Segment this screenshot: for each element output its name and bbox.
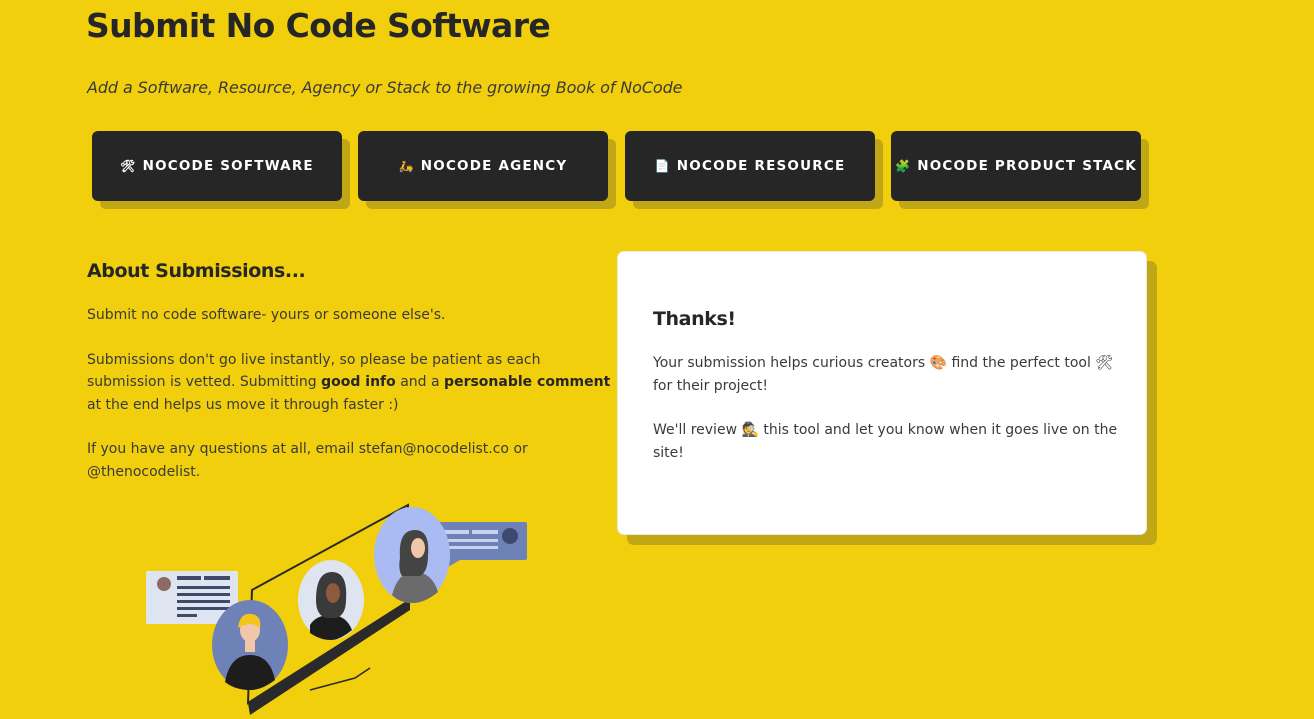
- about-submissions-text: Submit no code software- yours or someon…: [87, 304, 612, 505]
- nocode-product-stack-button[interactable]: 🧩 NOCODE PRODUCT STACK: [891, 131, 1141, 201]
- nav-resource-wrapper: 📄 NOCODE RESOURCE: [625, 131, 883, 209]
- nocode-agency-label: NOCODE AGENCY: [420, 158, 568, 174]
- thanks-paragraph-2: We'll review 🕵 this tool and let you kno…: [653, 419, 1123, 464]
- detective-icon: 🕵: [741, 422, 759, 438]
- thanks-p1-text: find the perfect tool: [947, 355, 1096, 371]
- avatar-person-blonde: [212, 600, 288, 690]
- thanks-heading: Thanks!: [653, 308, 736, 330]
- thanks-card: Thanks! Your submission helps curious cr…: [617, 251, 1147, 535]
- nav-agency-wrapper: 🛵 NOCODE AGENCY: [358, 131, 616, 209]
- about-p2-text: at the end helps us move it through fast…: [87, 396, 399, 413]
- page-subtitle: Add a Software, Resource, Agency or Stac…: [87, 78, 683, 97]
- palette-icon: 🎨: [929, 355, 948, 371]
- nocode-software-label: NOCODE SOFTWARE: [142, 158, 314, 174]
- puzzle-piece-icon: 🧩: [895, 159, 912, 173]
- community-illustration: [146, 503, 527, 715]
- nocode-software-button[interactable]: 🛠 NOCODE SOFTWARE: [92, 131, 342, 201]
- good-info-bold: good info: [321, 374, 396, 390]
- thanks-p2-text: We'll review: [653, 422, 742, 438]
- nav-stack-wrapper: 🧩 NOCODE PRODUCT STACK: [891, 131, 1149, 209]
- scooter-icon: 🛵: [398, 159, 415, 173]
- about-paragraph-3: If you have any questions at all, email …: [87, 441, 528, 480]
- thanks-text: Your submission helps curious creators 🎨…: [653, 352, 1123, 486]
- nocode-agency-button[interactable]: 🛵 NOCODE AGENCY: [358, 131, 608, 201]
- avatar-person-longhair: [374, 507, 450, 603]
- hammer-wrench-icon: 🛠: [120, 159, 137, 173]
- thanks-p1-text: Your submission helps curious creators: [653, 355, 930, 371]
- nocode-resource-button[interactable]: 📄 NOCODE RESOURCE: [625, 131, 875, 201]
- thanks-paragraph-1: Your submission helps curious creators 🎨…: [653, 352, 1123, 397]
- document-icon: 📄: [654, 159, 671, 173]
- about-paragraph-2: Submissions don't go live instantly, so …: [87, 349, 612, 417]
- about-submissions-heading: About Submissions...: [87, 260, 306, 282]
- hammer-wrench-icon: 🛠: [1095, 355, 1114, 371]
- page-title: Submit No Code Software: [86, 6, 551, 45]
- about-paragraph-1: Submit no code software- yours or someon…: [87, 307, 446, 323]
- avatar-person-curly: [298, 560, 364, 640]
- thanks-p1-text: for their project!: [653, 377, 768, 394]
- nav-software-wrapper: 🛠 NOCODE SOFTWARE: [92, 131, 350, 209]
- nocode-resource-label: NOCODE RESOURCE: [676, 158, 846, 174]
- about-p2-text: and a: [395, 374, 445, 390]
- personable-comment-bold: personable comment: [444, 374, 611, 390]
- nocode-product-stack-label: NOCODE PRODUCT STACK: [917, 158, 1137, 174]
